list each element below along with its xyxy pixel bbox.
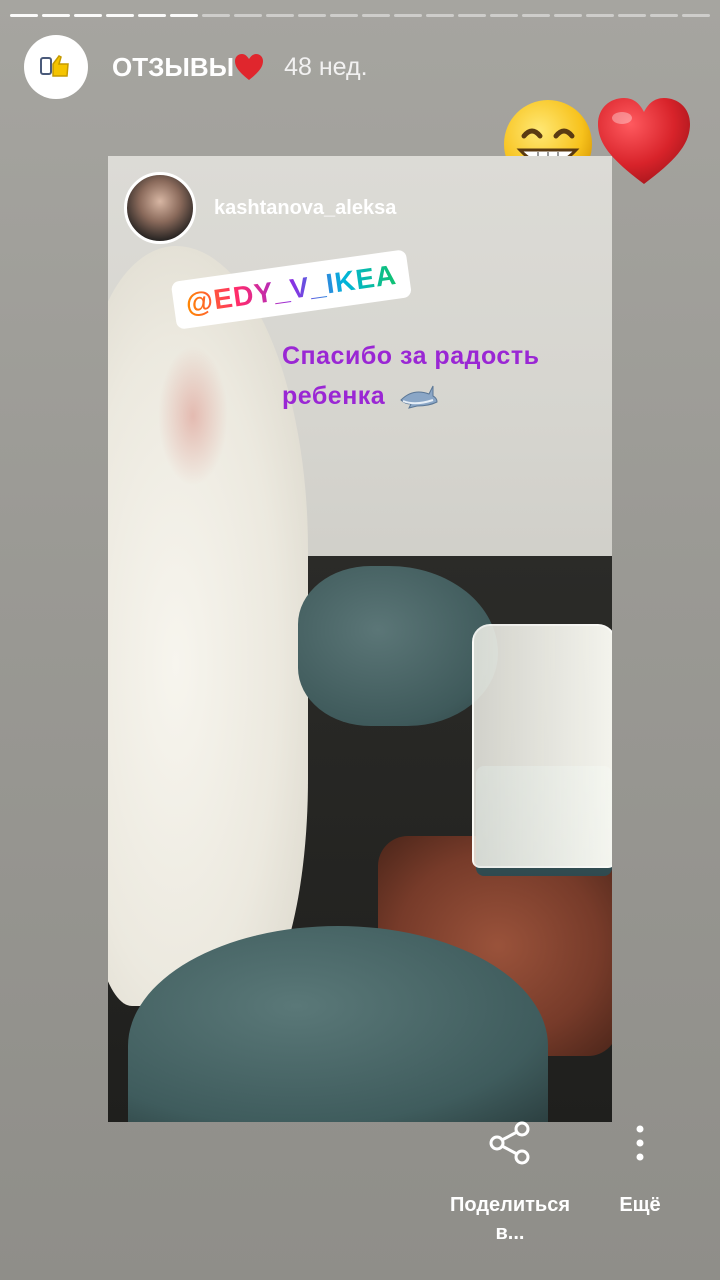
more-button[interactable]: Ещё [600, 1120, 680, 1260]
progress-segment [650, 14, 678, 17]
time-ago: 48 нед. [284, 52, 368, 81]
story-actions: Поделиться в... Ещё [0, 1120, 720, 1280]
progress-segment [362, 14, 390, 17]
progress-segment [74, 14, 102, 17]
progress-segment [458, 14, 486, 17]
milk-glass [472, 624, 612, 868]
progress-segment [426, 14, 454, 17]
progress-segment [202, 14, 230, 17]
account-title[interactable]: ОТЗЫВЫ [112, 52, 264, 83]
progress-segment [266, 14, 294, 17]
share-button[interactable]: Поделиться в... [440, 1120, 580, 1260]
progress-segment [554, 14, 582, 17]
share-label: Поделиться в... [449, 1194, 571, 1244]
progress-segment [522, 14, 550, 17]
account-title-text: ОТЗЫВЫ [112, 51, 235, 82]
progress-segment [682, 14, 710, 17]
progress-segment [234, 14, 262, 17]
more-label: Ещё [619, 1194, 661, 1216]
progress-segment [106, 14, 134, 17]
progress-segment [138, 14, 166, 17]
progress-segment [42, 14, 70, 17]
story-header: ОТЗЫВЫ 48 нед. [24, 34, 368, 100]
heart-icon [235, 54, 264, 80]
progress-segment [490, 14, 518, 17]
progress-segment [618, 14, 646, 17]
username[interactable]: kashtanova_aleksa [214, 197, 396, 220]
reposted-story: kashtanova_aleksa @EDY_V_IKEA Спасибо за… [108, 156, 612, 1122]
thumbs-up-phone-icon [40, 55, 69, 77]
progress-segment [170, 14, 198, 17]
share-icon [489, 1121, 530, 1165]
story-progress-bar [10, 14, 710, 18]
more-vertical-icon [636, 1125, 644, 1161]
shark-emoji-icon [399, 386, 438, 410]
account-avatar[interactable] [24, 35, 88, 99]
progress-segment [330, 14, 358, 17]
user-avatar[interactable] [124, 172, 196, 244]
pink-pattern [158, 346, 228, 486]
caption: Спасибо за радость ребенка [282, 336, 612, 416]
reposted-user[interactable]: kashtanova_aleksa [124, 172, 396, 244]
progress-segment [394, 14, 422, 17]
progress-segment [586, 14, 614, 17]
progress-segment [10, 14, 38, 17]
progress-segment [298, 14, 326, 17]
